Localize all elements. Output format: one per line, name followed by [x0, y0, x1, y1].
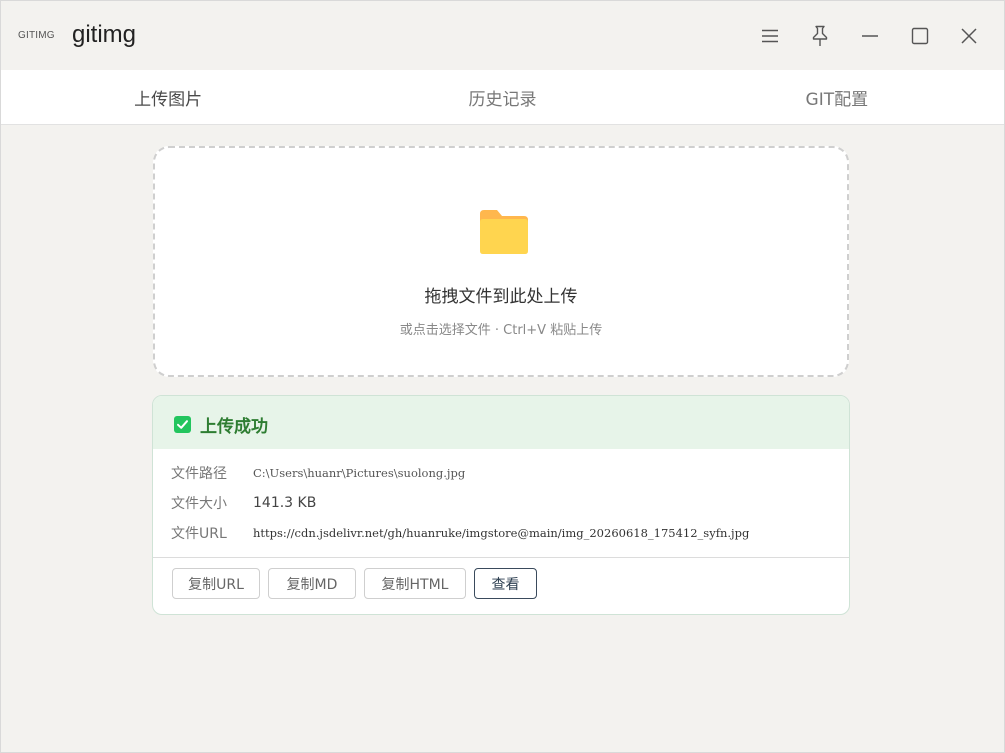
file-url-label: 文件URL: [171, 526, 227, 542]
tab-history[interactable]: 历史记录: [335, 70, 669, 124]
upload-result-card: 上传成功 文件路径 C:\Users\huanr\Pictures\suolon…: [152, 395, 850, 615]
file-path-label: 文件路径: [171, 466, 227, 482]
checkbox-checked-icon: [174, 416, 191, 433]
close-icon: [961, 28, 977, 44]
tab-git-config[interactable]: GIT配置: [670, 70, 1004, 124]
copy-md-button[interactable]: 复制MD: [268, 568, 356, 599]
file-url-row: 文件URL https://cdn.jsdelivr.net/gh/huanru…: [171, 523, 749, 543]
pin-icon: [812, 25, 828, 46]
result-header: 上传成功: [153, 396, 849, 449]
maximize-button[interactable]: [907, 23, 933, 49]
app-window: GITIMG gitimg 上传图片 历史记录 GIT配置 拖拽文件到此处上传 …: [0, 0, 1005, 753]
dropzone-sub-text: 或点击选择文件 · Ctrl+V 粘贴上传: [399, 323, 603, 338]
copy-html-button[interactable]: 复制HTML: [364, 568, 466, 599]
upload-dropzone[interactable]: 拖拽文件到此处上传 或点击选择文件 · Ctrl+V 粘贴上传: [153, 146, 849, 377]
file-size-value: 141.3 KB: [253, 495, 317, 511]
tab-bar: 上传图片 历史记录 GIT配置: [1, 70, 1004, 125]
minimize-button[interactable]: [857, 23, 883, 49]
file-path-value: C:\Users\huanr\Pictures\suolong.jpg: [253, 466, 466, 480]
close-button[interactable]: [956, 23, 982, 49]
file-size-label: 文件大小: [171, 496, 227, 512]
menu-icon: [762, 29, 778, 43]
file-size-row: 文件大小 141.3 KB: [171, 493, 316, 513]
result-divider: [153, 557, 849, 558]
minimize-icon: [862, 35, 878, 37]
tab-upload[interactable]: 上传图片: [1, 70, 335, 124]
app-logo: GITIMG: [18, 30, 55, 41]
app-title: gitimg: [72, 21, 137, 48]
file-url-value[interactable]: https://cdn.jsdelivr.net/gh/huanruke/img…: [253, 526, 749, 540]
maximize-icon: [911, 27, 929, 45]
menu-button[interactable]: [757, 23, 783, 49]
file-path-row: 文件路径 C:\Users\huanr\Pictures\suolong.jpg: [171, 463, 465, 483]
result-title: 上传成功: [200, 417, 268, 437]
dropzone-main-text: 拖拽文件到此处上传: [424, 287, 578, 307]
title-bar[interactable]: GITIMG gitimg: [1, 1, 1004, 70]
pin-button[interactable]: [807, 23, 833, 49]
folder-icon: [480, 210, 528, 254]
copy-url-button[interactable]: 复制URL: [172, 568, 260, 599]
view-button[interactable]: 查看: [474, 568, 537, 599]
